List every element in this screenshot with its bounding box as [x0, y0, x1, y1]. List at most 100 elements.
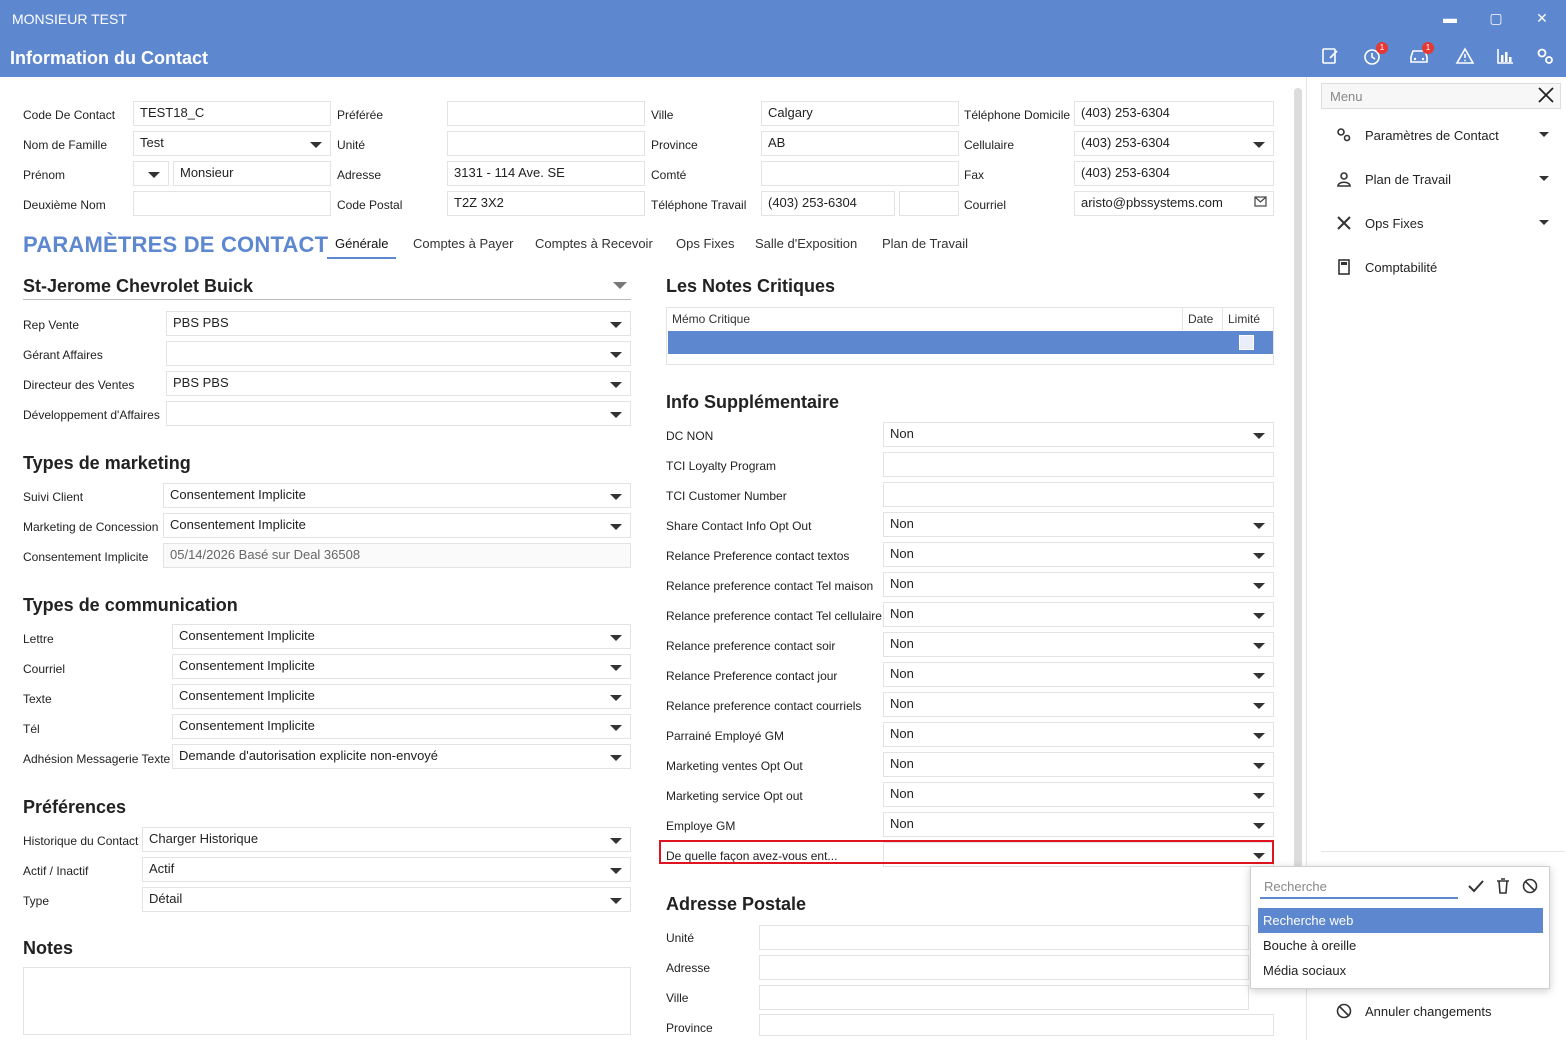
car-icon[interactable]: 1	[1408, 42, 1434, 70]
popup-search-input[interactable]: Recherche	[1260, 875, 1458, 899]
postale-province-field[interactable]	[759, 1014, 1274, 1036]
code-postal-field[interactable]: T2Z 3X2	[447, 191, 645, 216]
minimize-button[interactable]: ▬	[1440, 8, 1460, 28]
postale-province-label: Province	[666, 1021, 713, 1035]
popup-option-bouche-oreille[interactable]: Bouche à oreille	[1258, 933, 1543, 958]
actif-inactif-label: Actif / Inactif	[23, 864, 89, 878]
focused-row-highlight	[659, 840, 1274, 864]
menu-item-ops-fixes[interactable]: Ops Fixes	[1307, 204, 1565, 244]
info-supp-label: Relance preference contact courriels	[666, 699, 862, 713]
marketing-concession-dropdown[interactable]: Consentement Implicite	[163, 513, 631, 538]
courriel-comm-label: Courriel	[23, 662, 66, 676]
communication-title: Types de communication	[23, 595, 238, 615]
info-supp-dropdown[interactable]: Non	[883, 512, 1274, 537]
info-supp-dropdown[interactable]: Non	[883, 602, 1274, 627]
menu-search-input[interactable]: Menu	[1321, 83, 1561, 109]
col-limite[interactable]: Limité	[1223, 308, 1273, 330]
info-supp-field[interactable]	[883, 482, 1274, 507]
preferee-field[interactable]	[447, 101, 645, 126]
telephone-domicile-field[interactable]: (403) 253-6304	[1074, 101, 1274, 126]
col-date[interactable]: Date	[1183, 308, 1223, 330]
gerant-affaires-dropdown[interactable]	[166, 341, 631, 366]
maximize-button[interactable]: ▢	[1486, 8, 1506, 28]
clear-icon[interactable]	[1520, 877, 1540, 897]
dealer-selector[interactable]: St-Jerome Chevrolet Buick	[23, 276, 631, 300]
edit-icon[interactable]	[1320, 46, 1344, 70]
info-supp-dropdown[interactable]: Non	[883, 662, 1274, 687]
rep-vente-dropdown[interactable]: PBS PBS	[166, 311, 631, 336]
unite-field[interactable]	[447, 131, 645, 156]
deuxieme-nom-field[interactable]	[133, 191, 331, 216]
check-icon[interactable]	[1466, 877, 1486, 897]
info-supp-dropdown[interactable]: Non	[883, 572, 1274, 597]
marketing-concession-label: Marketing de Concession	[23, 520, 159, 534]
suivi-client-dropdown[interactable]: Consentement Implicite	[163, 483, 631, 508]
tab-comptes-recevoir[interactable]: Comptes à Recevoir	[535, 236, 653, 251]
close-window-button[interactable]: ✕	[1532, 8, 1552, 28]
info-supp-dropdown[interactable]: Non	[883, 692, 1274, 717]
critical-notes-grid: Mémo Critique Date Limité	[666, 307, 1274, 365]
tab-ops-fixes[interactable]: Ops Fixes	[676, 236, 735, 251]
section-title: PARAMÈTRES DE CONTACT	[23, 232, 329, 257]
chart-icon[interactable]	[1495, 46, 1519, 70]
texte-dropdown[interactable]: Consentement Implicite	[172, 684, 631, 709]
limite-checkbox[interactable]	[1239, 335, 1254, 350]
warning-icon[interactable]	[1455, 46, 1479, 70]
tel-dropdown[interactable]: Consentement Implicite	[172, 714, 631, 739]
lettre-label: Lettre	[23, 632, 54, 646]
menu-item-plan-travail[interactable]: Plan de Travail	[1307, 160, 1565, 200]
main-scrollbar[interactable]	[1294, 88, 1302, 868]
postale-ville-field[interactable]	[759, 985, 1249, 1010]
prenom-prefix-dropdown[interactable]	[133, 161, 169, 186]
tab-comptes-payer[interactable]: Comptes à Payer	[413, 236, 513, 251]
lettre-dropdown[interactable]: Consentement Implicite	[172, 624, 631, 649]
type-dropdown[interactable]: Détail	[142, 887, 631, 912]
info-supp-dropdown[interactable]: Non	[883, 812, 1274, 837]
ville-field[interactable]: Calgary	[761, 101, 959, 126]
directeur-ventes-dropdown[interactable]: PBS PBS	[166, 371, 631, 396]
courriel-field[interactable]: aristo@pbssystems.com	[1074, 191, 1274, 216]
telephone-travail-ext-field[interactable]	[899, 191, 959, 216]
tab-salle-exposition[interactable]: Salle d'Exposition	[755, 236, 857, 251]
menu-item-comptabilite[interactable]: Comptabilité	[1307, 248, 1565, 288]
info-supp-dropdown[interactable]: Non	[883, 632, 1274, 657]
province-field[interactable]: AB	[761, 131, 959, 156]
developpement-affaires-dropdown[interactable]	[166, 401, 631, 426]
info-supp-label: Relance preference contact Tel maison	[666, 579, 874, 593]
adresse-field[interactable]: 3131 - 114 Ave. SE	[447, 161, 645, 186]
close-menu-icon[interactable]	[1537, 86, 1557, 106]
code-contact-field[interactable]: TEST18_C	[133, 101, 331, 126]
postale-adresse-field[interactable]	[759, 955, 1249, 980]
info-supp-dropdown[interactable]: Non	[883, 722, 1274, 747]
col-memo-critique[interactable]: Mémo Critique	[667, 308, 1183, 330]
courriel-comm-dropdown[interactable]: Consentement Implicite	[172, 654, 631, 679]
history-icon[interactable]: 1	[1362, 42, 1388, 70]
notes-textarea[interactable]	[23, 967, 631, 1035]
popup-option-media-sociaux[interactable]: Média sociaux	[1258, 958, 1543, 983]
table-row[interactable]	[668, 331, 1273, 354]
trash-icon[interactable]	[1493, 877, 1513, 897]
adhesion-messagerie-dropdown[interactable]: Demande d'autorisation explicite non-env…	[172, 744, 631, 769]
info-supp-dropdown[interactable]: Non	[883, 752, 1274, 777]
menu-item-parametres-contact[interactable]: Paramètres de Contact	[1307, 116, 1565, 156]
adresse-label: Adresse	[337, 168, 382, 182]
actif-inactif-dropdown[interactable]: Actif	[142, 857, 631, 882]
info-supp-field[interactable]	[883, 452, 1274, 477]
info-supp-dropdown[interactable]: Non	[883, 782, 1274, 807]
fax-field[interactable]: (403) 253-6304	[1074, 161, 1274, 186]
popup-option-recherche-web[interactable]: Recherche web	[1258, 908, 1543, 933]
telephone-travail-field[interactable]: (403) 253-6304	[761, 191, 895, 216]
cancel-changes-button[interactable]: Annuler changements	[1307, 992, 1565, 1032]
postale-unite-field[interactable]	[759, 925, 1249, 950]
cellulaire-field[interactable]: (403) 253-6304	[1074, 131, 1274, 156]
comte-field[interactable]	[761, 161, 959, 186]
tab-generale[interactable]: Générale	[327, 236, 397, 259]
info-supp-dropdown[interactable]: Non	[883, 422, 1274, 447]
send-mail-icon[interactable]	[1254, 196, 1268, 208]
info-supp-dropdown[interactable]: Non	[883, 542, 1274, 567]
prenom-field[interactable]: Monsieur	[173, 161, 331, 186]
tab-plan-travail[interactable]: Plan de Travail	[882, 236, 968, 251]
nom-famille-field[interactable]: Test	[133, 131, 331, 156]
historique-contact-dropdown[interactable]: Charger Historique	[142, 827, 631, 852]
settings-icon[interactable]	[1535, 46, 1559, 70]
